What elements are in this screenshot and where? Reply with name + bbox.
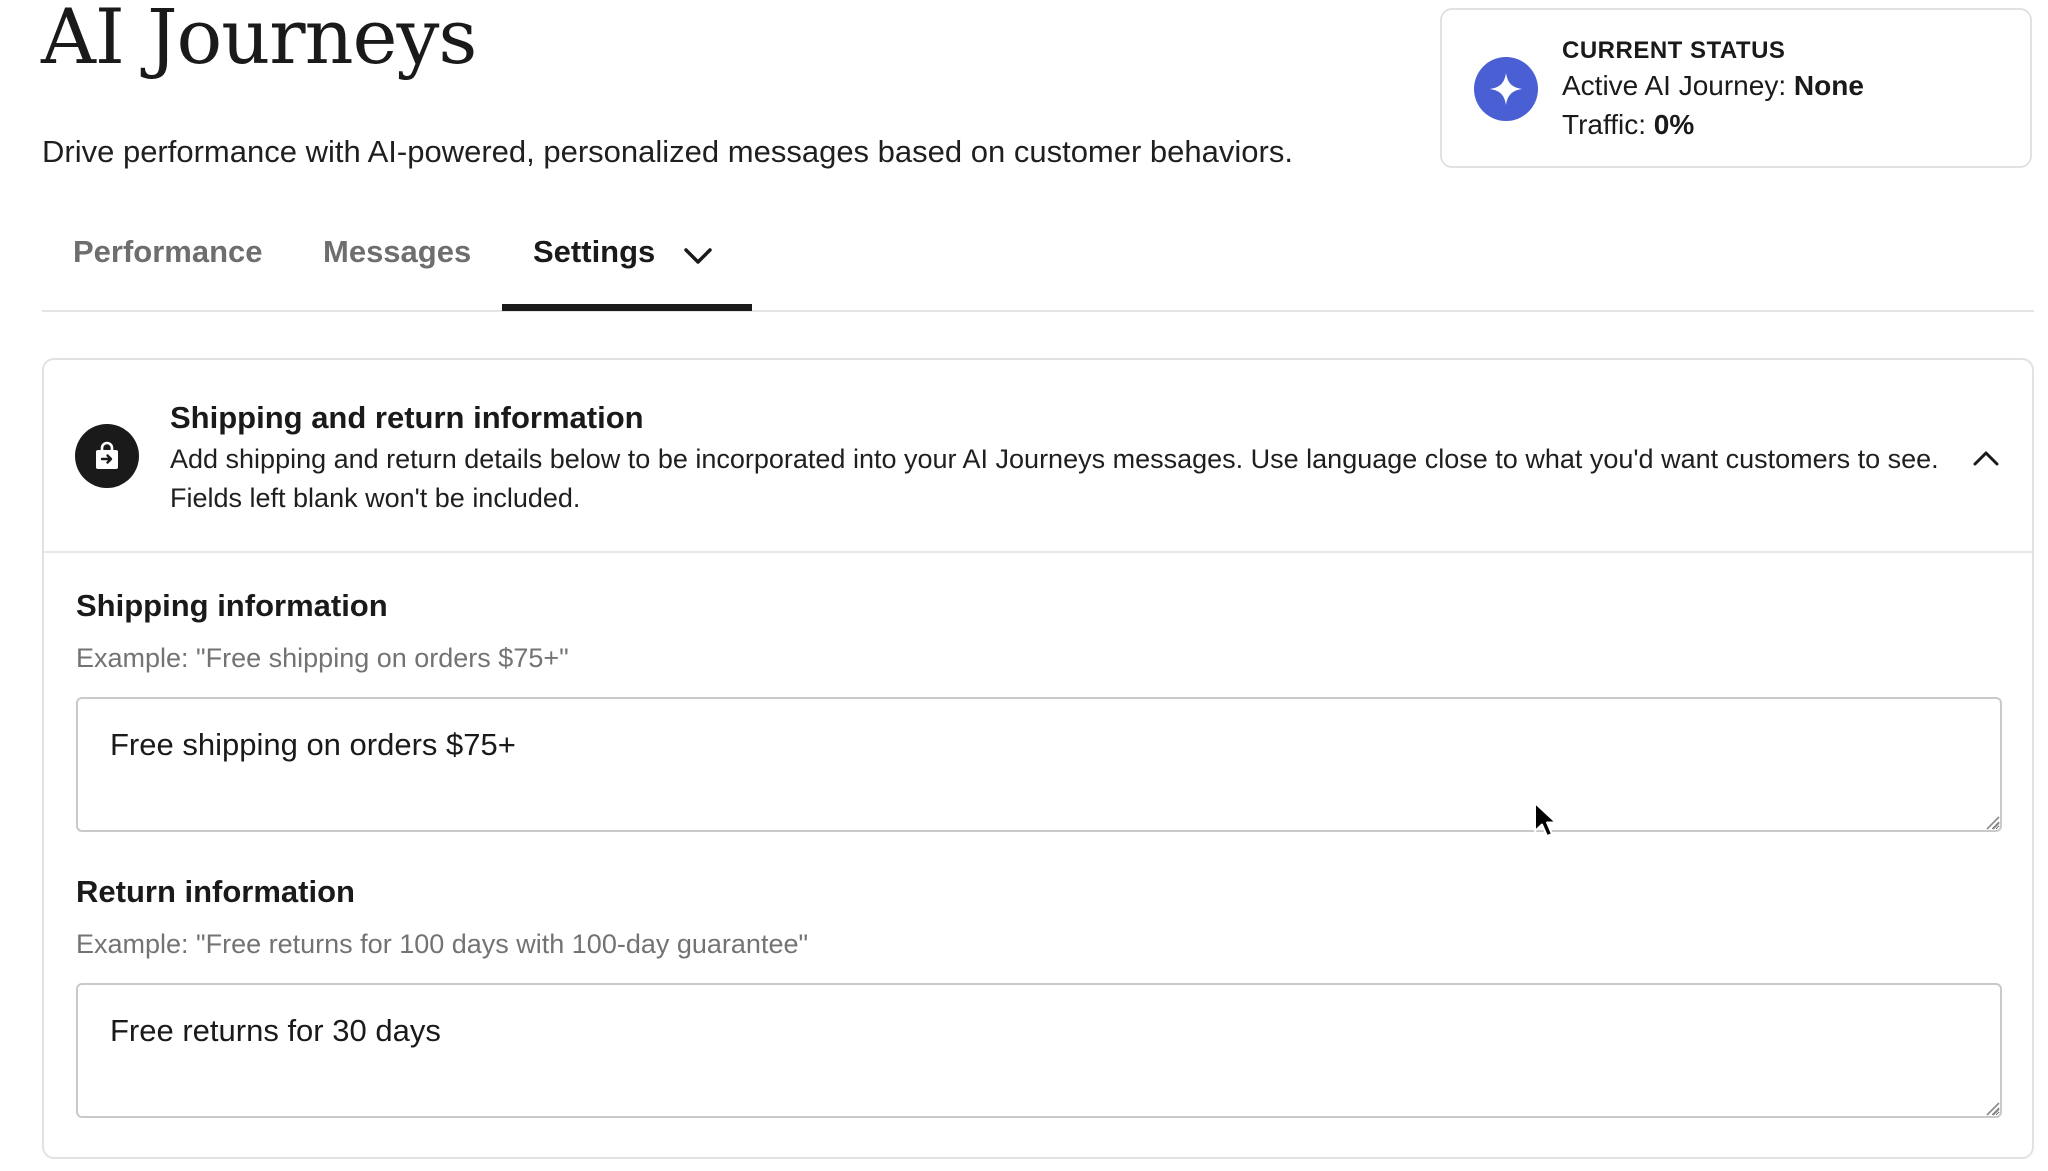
traffic-value: 0% [1653, 109, 1695, 140]
shipping-return-panel: Shipping and return information Add ship… [42, 358, 2034, 1159]
page-subtitle: Drive performance with AI-powered, perso… [42, 134, 1293, 169]
tab-settings-label: Settings [533, 234, 656, 269]
chevron-up-icon[interactable] [1964, 436, 2008, 480]
chevron-down-icon[interactable] [683, 238, 713, 274]
return-info-label: Return information [76, 874, 355, 909]
sparkle-icon [1474, 57, 1538, 121]
active-journey-line: Active AI Journey: None [1562, 66, 1864, 105]
tab-messages[interactable]: Messages [323, 220, 471, 310]
tab-performance-label: Performance [73, 234, 263, 269]
tab-bar: Performance Messages Settings [42, 220, 2034, 312]
shipping-info-example: Example: "Free shipping on orders $75+" [76, 643, 569, 673]
current-status-card: CURRENT STATUS Active AI Journey: None T… [1440, 8, 2032, 168]
panel-header[interactable]: Shipping and return information Add ship… [44, 360, 2032, 553]
traffic-label: Traffic: [1562, 109, 1647, 140]
active-journey-label: Active AI Journey: [1562, 70, 1787, 101]
page-title: AI Journeys [41, 0, 477, 81]
tab-settings[interactable]: Settings [502, 220, 752, 311]
shopping-bag-return-icon [75, 424, 139, 488]
return-info-example: Example: "Free returns for 100 days with… [76, 929, 809, 959]
traffic-line: Traffic: 0% [1562, 105, 1864, 144]
panel-description: Add shipping and return details below to… [170, 444, 1939, 513]
tab-performance[interactable]: Performance [73, 220, 263, 310]
panel-title: Shipping and return information [170, 400, 644, 435]
shipping-info-label: Shipping information [76, 588, 388, 623]
status-heading: CURRENT STATUS [1562, 37, 1786, 64]
active-journey-value: None [1793, 70, 1864, 101]
return-info-textarea[interactable]: Free returns for 30 days [76, 983, 2002, 1118]
shipping-info-textarea[interactable]: Free shipping on orders $75+ [76, 697, 2002, 832]
tab-messages-label: Messages [323, 234, 472, 269]
